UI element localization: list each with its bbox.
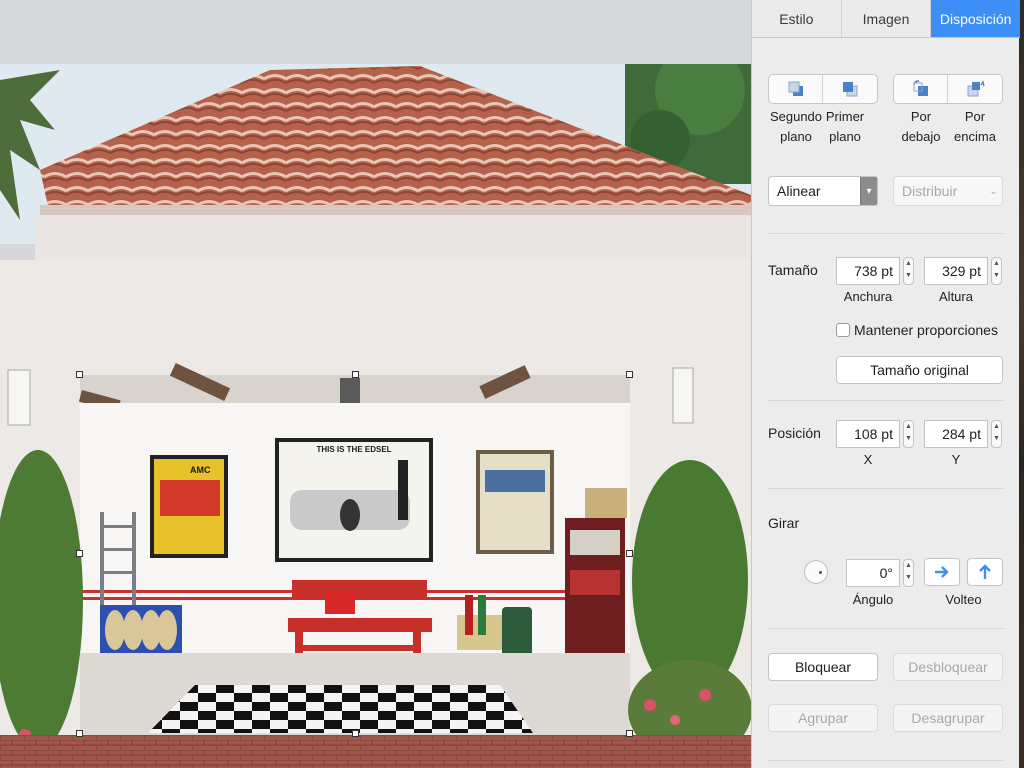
rotate-section-title: Girar [768, 515, 800, 531]
height-stepper[interactable]: ▲ ▼ [991, 257, 1002, 285]
resize-handle-bottom-left[interactable] [76, 730, 83, 737]
send-backward-button[interactable] [894, 75, 948, 103]
size-section-title: Tamaño [768, 262, 818, 278]
y-label: Y [951, 452, 961, 467]
height-label: Altura [939, 289, 973, 304]
arrow-up-icon [979, 564, 991, 579]
send-backward-label: Por debajo [901, 109, 941, 144]
flip-label: Volteo [945, 592, 982, 607]
divider [768, 233, 1004, 234]
canvas-background [0, 0, 751, 64]
divider [768, 628, 1004, 629]
angle-label: Ángulo [852, 592, 894, 607]
rotation-dial[interactable] [804, 560, 828, 584]
chevron-down-icon: ▾ [860, 177, 877, 205]
format-inspector: Estilo Imagen Disposición Segundo plano P… [751, 0, 1021, 768]
document-canvas[interactable]: AMC THIS IS THE EDSEL [0, 0, 751, 768]
unlock-button: Desbloquear [893, 653, 1003, 681]
resize-handle-top-right[interactable] [626, 371, 633, 378]
width-label: Anchura [843, 289, 893, 304]
poster-edsel-text: THIS IS THE EDSEL [316, 445, 391, 454]
back-front-segmented [768, 74, 878, 104]
send-to-back-button[interactable] [769, 75, 823, 103]
resize-handle-left[interactable] [76, 550, 83, 557]
resize-handle-bottom[interactable] [352, 730, 359, 737]
width-field[interactable]: 738 pt [836, 257, 900, 285]
bring-forward-label: Por encima [954, 109, 996, 144]
resize-handle-top-left[interactable] [76, 371, 83, 378]
distribute-popup: Distribuir ⌄ [893, 176, 1003, 206]
divider [768, 488, 1004, 489]
divider [768, 400, 1004, 401]
resize-handle-bottom-right[interactable] [626, 730, 633, 737]
constrain-proportions-label: Mantener proporciones [854, 322, 998, 338]
backward-forward-segmented [893, 74, 1003, 104]
inspector-tabs: Estilo Imagen Disposición [752, 0, 1021, 38]
divider [768, 760, 1004, 761]
x-stepper[interactable]: ▲ ▼ [903, 420, 914, 448]
group-button: Agrupar [768, 704, 878, 732]
angle-field[interactable]: 0° [846, 559, 900, 587]
tab-style[interactable]: Estilo [752, 0, 842, 37]
send-to-back-icon [788, 81, 803, 96]
height-field[interactable]: 329 pt [924, 257, 988, 285]
bring-to-front-icon [843, 82, 858, 97]
bring-forward-button[interactable] [948, 75, 1002, 103]
tab-image[interactable]: Imagen [842, 0, 932, 37]
flip-vertical-button[interactable] [967, 558, 1003, 586]
ungroup-button: Desagrupar [893, 704, 1003, 732]
tab-arrange[interactable]: Disposición [931, 0, 1021, 37]
poster-amc-text: AMC [190, 465, 211, 475]
bring-to-front-button[interactable] [823, 75, 877, 103]
x-field[interactable]: 108 pt [836, 420, 900, 448]
send-backward-icon [912, 80, 928, 96]
lock-button[interactable]: Bloquear [768, 653, 878, 681]
background-window-edge [1019, 0, 1024, 768]
constrain-proportions-checkbox[interactable] [836, 323, 850, 337]
x-label: X [863, 452, 873, 467]
original-size-button[interactable]: Tamaño original [836, 356, 1003, 384]
arrow-right-icon [935, 566, 949, 578]
y-field[interactable]: 284 pt [924, 420, 988, 448]
flip-horizontal-button[interactable] [924, 558, 960, 586]
resize-handle-right[interactable] [626, 550, 633, 557]
distribute-popup-label: Distribuir [902, 183, 958, 199]
position-section-title: Posición [768, 425, 821, 441]
align-popup[interactable]: Alinear ▾ [768, 176, 878, 206]
resize-handle-top[interactable] [352, 371, 359, 378]
y-stepper[interactable]: ▲ ▼ [991, 420, 1002, 448]
angle-stepper[interactable]: ▲ ▼ [903, 559, 914, 587]
bring-to-front-label: Primer plano [825, 109, 865, 144]
garage-image[interactable]: AMC THIS IS THE EDSEL [0, 64, 751, 768]
chevron-down-icon: ⌄ [989, 185, 998, 197]
width-stepper[interactable]: ▲ ▼ [903, 257, 914, 285]
align-popup-label: Alinear [777, 183, 821, 199]
bring-forward-icon [967, 80, 985, 97]
